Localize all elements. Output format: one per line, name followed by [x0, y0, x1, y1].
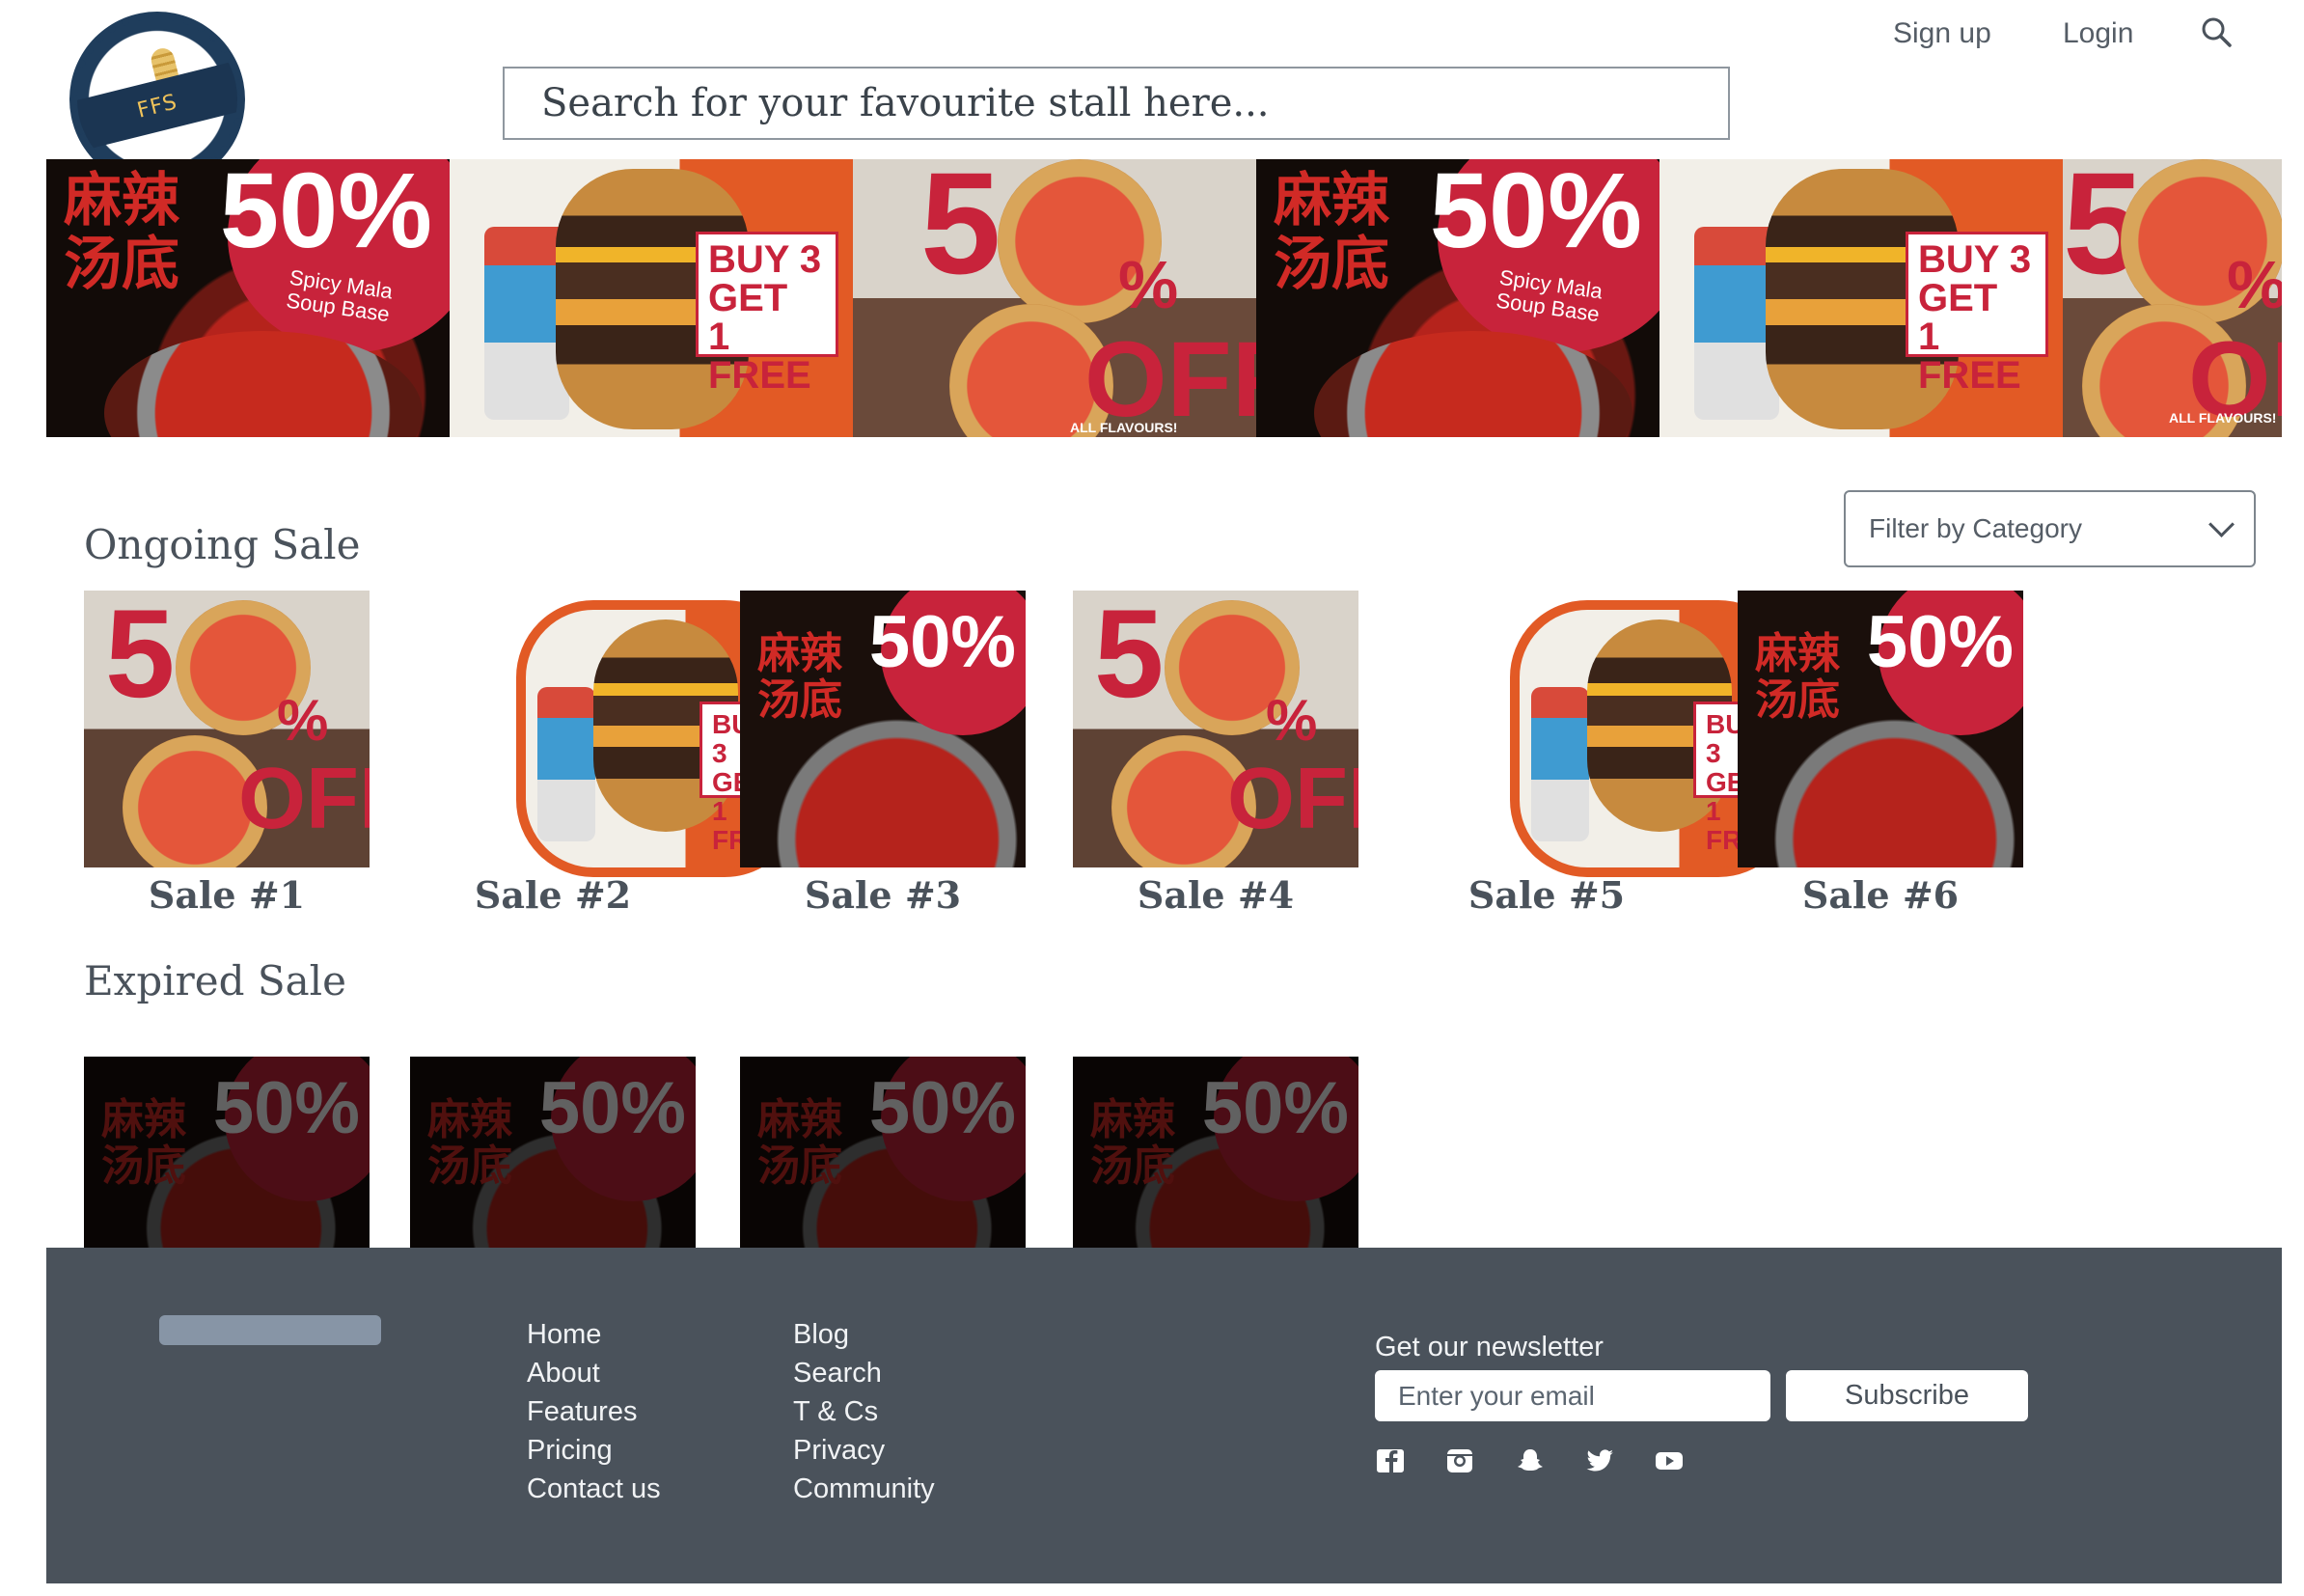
sale-card-label: Sale #1	[148, 873, 306, 917]
promo-mala[interactable]: 麻辣 汤底 50% Spicy Mala Soup Base	[46, 159, 450, 437]
pizza-off: OFF	[238, 751, 370, 847]
sale-card[interactable]: 5 % OFF Sale #1	[84, 591, 370, 917]
drink-cup-image	[537, 687, 595, 841]
footer-link-privacy[interactable]: Privacy	[793, 1431, 935, 1470]
sale-card[interactable]: BUY 3GET1 FREE Sale #2	[410, 591, 802, 917]
pizza-percent: %	[277, 688, 329, 753]
expired-sale-card[interactable]: 麻辣汤底 50%	[1073, 1057, 1358, 1248]
sale-thumbnail-mala: 麻辣 汤底 50%	[740, 591, 1026, 867]
expired-overlay	[740, 1057, 1026, 1248]
snapchat-icon[interactable]	[1515, 1447, 1546, 1474]
promo-burger[interactable]: BUY 3 GET 1 FREE	[1659, 159, 2063, 437]
footer-links-col-1: Home About Features Pricing Contact us	[527, 1315, 661, 1508]
twitter-icon[interactable]	[1584, 1447, 1615, 1474]
promo-burger[interactable]: BUY 3 GET 1 FREE	[450, 159, 853, 437]
promo-pizza[interactable]: 5 % OFF ALL FLAVOURS!	[2063, 159, 2282, 437]
newsletter-label: Get our newsletter	[1375, 1332, 1604, 1362]
pizza-percent: %	[2227, 247, 2282, 322]
pizza-five: 5	[105, 591, 176, 724]
sale-card-label: Sale #3	[804, 873, 962, 917]
footer-link-blog[interactable]: Blog	[793, 1315, 935, 1354]
expired-overlay	[84, 1057, 370, 1248]
filter-by-category-dropdown[interactable]: Filter by Category	[1844, 490, 2256, 567]
footer-link-terms[interactable]: T & Cs	[793, 1392, 935, 1431]
sale-card-label: Sale #2	[474, 873, 632, 917]
pizza-percent: %	[1266, 688, 1318, 753]
promo-banner-carousel[interactable]: 麻辣 汤底 50% Spicy Mala Soup Base BUY 3 GET 1 F…	[46, 159, 2282, 437]
drink-cup-image	[1531, 687, 1589, 841]
footer-link-contact[interactable]: Contact us	[527, 1470, 661, 1508]
mala-chinese-title: 麻辣汤底	[64, 167, 179, 298]
expired-overlay	[410, 1057, 696, 1248]
mala-percent: 50%	[1429, 159, 1642, 270]
footer-link-search[interactable]: Search	[793, 1354, 935, 1392]
footer-link-home[interactable]: Home	[527, 1315, 661, 1354]
newsletter-email-input[interactable]	[1375, 1370, 1770, 1421]
filter-label: Filter by Category	[1869, 513, 2082, 543]
mala-chinese-title: 麻辣汤底	[1274, 167, 1389, 298]
search-icon[interactable]	[2200, 15, 2233, 48]
footer-link-features[interactable]: Features	[527, 1392, 661, 1431]
buy3-badge: BUY 3GET1 FREE	[1906, 232, 2048, 395]
expired-sale-card[interactable]: 麻辣汤底 50%	[740, 1057, 1026, 1248]
sale-thumbnail-pizza: 5 % OFF	[84, 591, 370, 867]
search-input[interactable]	[539, 80, 1728, 126]
sale-card[interactable]: 麻辣 汤底 50% Sale #6	[1738, 591, 2023, 917]
footer-link-community[interactable]: Community	[793, 1470, 935, 1508]
expired-sale-title: Expired Sale	[84, 957, 346, 1004]
expired-overlay	[1073, 1057, 1358, 1248]
pizza-five: 5	[920, 159, 1001, 304]
footer-link-about[interactable]: About	[527, 1354, 661, 1392]
sale-card[interactable]: BUY 3GET1 FREE Sale #5	[1404, 591, 1796, 917]
sale-card-label: Sale #6	[1801, 873, 1960, 917]
pizza-off: OFF	[1227, 751, 1358, 847]
login-link[interactable]: Login	[2063, 17, 2133, 50]
mala-percent: 50%	[219, 159, 432, 270]
mala-chinese-title: 麻辣汤底	[1755, 629, 1840, 725]
search-bar[interactable]	[503, 67, 1730, 140]
facebook-icon[interactable]	[1375, 1447, 1406, 1474]
promo-pizza[interactable]: 5 % OFF ALL FLAVOURS!	[853, 159, 1256, 437]
footer-links-col-2: Blog Search T & Cs Privacy Community	[793, 1315, 935, 1508]
mala-percent: 50%	[868, 601, 1016, 683]
footer-link-pricing[interactable]: Pricing	[527, 1431, 661, 1470]
youtube-icon[interactable]	[1654, 1447, 1685, 1474]
promo-mala[interactable]: 麻辣 汤底 50% Spicy Mala Soup Base	[1256, 159, 1659, 437]
instagram-icon[interactable]	[1444, 1447, 1475, 1474]
sale-thumbnail-mala: 麻辣 汤底 50%	[1738, 591, 2023, 867]
pizza-percent: %	[1118, 247, 1179, 322]
chevron-down-icon	[2208, 510, 2235, 537]
sale-card-label: Sale #4	[1137, 873, 1295, 917]
mala-percent: 50%	[1866, 601, 2014, 683]
pizza-all-flavours: ALL FLAVOURS!	[2169, 410, 2277, 426]
expired-sale-card[interactable]: 麻辣汤底 50%	[410, 1057, 696, 1248]
pizza-all-flavours: ALL FLAVOURS!	[1070, 420, 1178, 435]
footer-logo-placeholder	[159, 1315, 381, 1345]
ongoing-sale-title: Ongoing Sale	[84, 521, 361, 568]
sale-card[interactable]: 5 % OFF Sale #4	[1073, 591, 1358, 917]
pizza-five: 5	[1094, 591, 1165, 724]
expired-sale-card[interactable]: 麻辣汤底 50%	[84, 1057, 370, 1248]
sale-card[interactable]: 麻辣 汤底 50% Sale #3	[740, 591, 1026, 917]
buy3-badge: BUY 3GET1 FREE	[696, 232, 838, 395]
signup-link[interactable]: Sign up	[1893, 17, 1991, 50]
sale-thumbnail-pizza: 5 % OFF	[1073, 591, 1358, 867]
logo-text: FFS	[134, 89, 180, 124]
subscribe-button[interactable]: Subscribe	[1786, 1370, 2028, 1421]
sale-card-label: Sale #5	[1467, 873, 1626, 917]
mala-chinese-title: 麻辣汤底	[757, 629, 842, 725]
